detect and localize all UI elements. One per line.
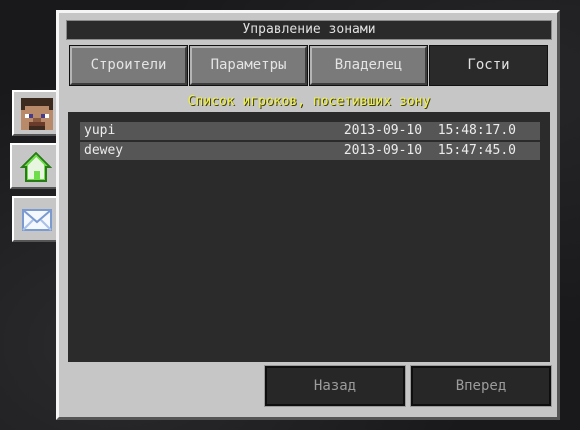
side-tab-player[interactable]	[12, 90, 56, 136]
side-tab-zone[interactable]	[10, 143, 60, 189]
visitor-name: yupi	[84, 123, 116, 138]
side-tab-mail[interactable]	[12, 196, 56, 242]
mail-icon	[22, 209, 52, 231]
list-heading: Список игроков, посетивших зону	[187, 94, 431, 109]
back-button[interactable]: Назад	[264, 365, 406, 407]
tab-guests[interactable]: Гости	[429, 45, 548, 86]
window-title: Управление зонами	[66, 20, 552, 40]
house-icon	[20, 151, 52, 182]
tab-builders[interactable]: Строители	[69, 45, 188, 86]
list-item[interactable]: dewey 2013-09-10 15:47:45.0	[80, 142, 540, 160]
tab-owner[interactable]: Владелец	[309, 45, 428, 86]
player-head-icon	[21, 98, 53, 130]
forward-button[interactable]: Вперед	[410, 365, 552, 407]
tab-parameters[interactable]: Параметры	[189, 45, 308, 86]
visit-time: 2013-09-10 15:47:45.0	[343, 143, 516, 158]
list-item[interactable]: yupi 2013-09-10 15:48:17.0	[80, 122, 540, 140]
visitor-list[interactable]: yupi 2013-09-10 15:48:17.0 dewey 2013-09…	[68, 112, 550, 362]
visit-time: 2013-09-10 15:48:17.0	[343, 123, 516, 138]
visitor-name: dewey	[84, 143, 124, 158]
